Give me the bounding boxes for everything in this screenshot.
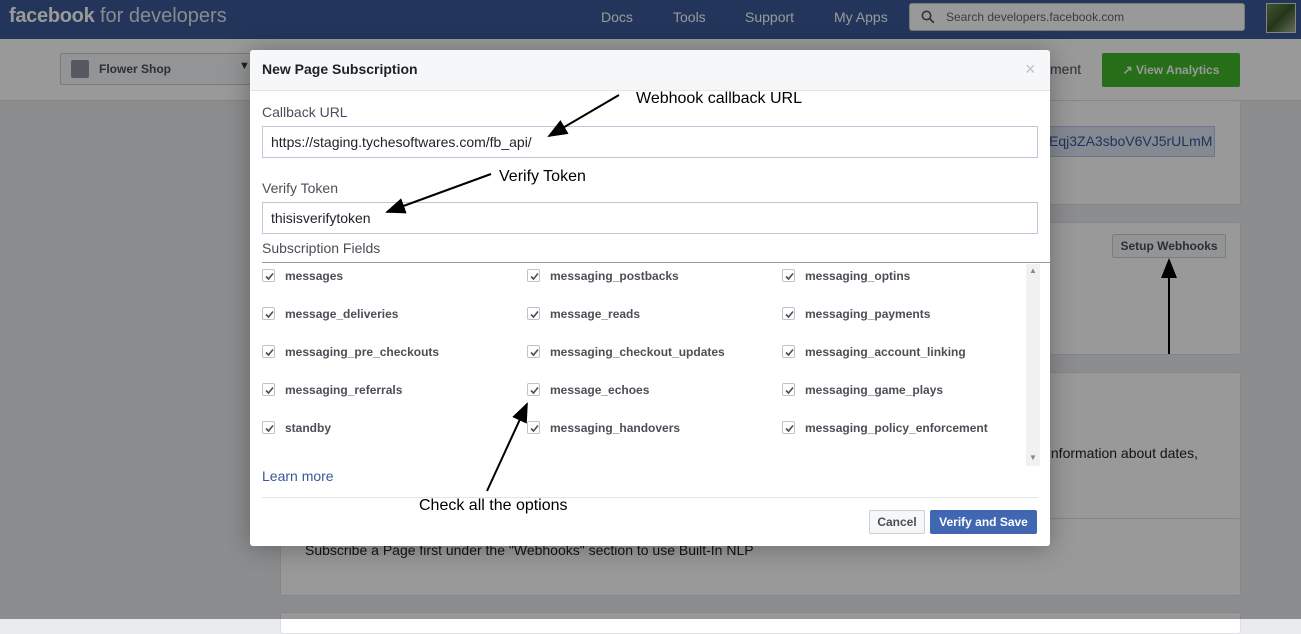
checkbox-checked[interactable] [782, 307, 795, 320]
subscription-fields-list [262, 262, 1050, 467]
close-icon[interactable]: × [1025, 59, 1036, 80]
checkbox-checked[interactable] [527, 307, 540, 320]
checkbox-label: messaging_payments [805, 307, 931, 321]
scroll-up-icon[interactable]: ▲ [1029, 266, 1037, 275]
annotation-verify: Verify Token [499, 168, 586, 185]
checkbox-label: messaging_game_plays [805, 383, 944, 397]
checkbox-checked[interactable] [527, 421, 540, 434]
checkbox-label: messaging_referrals [285, 383, 403, 397]
verify-and-save-button[interactable]: Verify and Save [930, 510, 1037, 534]
callback-url-input[interactable]: https://staging.tychesoftwares.com/fb_ap… [262, 126, 1038, 158]
checkbox-checked[interactable] [527, 345, 540, 358]
checkbox-checked[interactable] [527, 383, 540, 396]
callback-url-label: Callback URL [262, 104, 348, 120]
new-page-subscription-dialog: New Page Subscription × Callback URL htt… [250, 50, 1050, 546]
checkbox-label: messaging_checkout_updates [550, 345, 725, 359]
checkbox-checked[interactable] [782, 269, 795, 282]
checkbox-label: message_echoes [550, 383, 650, 397]
checkbox-label: messaging_optins [805, 269, 911, 283]
checkbox-checked[interactable] [262, 383, 275, 396]
annotation-check: Check all the options [419, 497, 568, 514]
subscription-fields-label: Subscription Fields [262, 240, 381, 256]
dialog-header: New Page Subscription × [250, 50, 1050, 91]
dialog-footer-divider [262, 497, 1038, 498]
checkbox-checked[interactable] [262, 269, 275, 282]
checkbox-checked[interactable] [262, 421, 275, 434]
checkbox-label: messaging_account_linking [805, 345, 966, 359]
checkbox-checked[interactable] [262, 307, 275, 320]
checkbox-label: messaging_handovers [550, 421, 681, 435]
learn-more-link[interactable]: Learn more [262, 468, 334, 484]
checkbox-label: messages [285, 269, 344, 283]
checkbox-checked[interactable] [782, 421, 795, 434]
verify-token-input[interactable]: thisisverifytoken [262, 202, 1038, 234]
checkbox-label: message_deliveries [285, 307, 399, 321]
checkbox-label: message_reads [550, 307, 641, 321]
checkbox-checked[interactable] [782, 383, 795, 396]
checkbox-checked[interactable] [262, 345, 275, 358]
checkbox-checked[interactable] [527, 269, 540, 282]
dialog-title: New Page Subscription [262, 61, 418, 77]
cancel-button[interactable]: Cancel [869, 510, 925, 534]
checkbox-checked[interactable] [782, 345, 795, 358]
fields-scrollbar[interactable]: ▲ ▼ [1026, 264, 1040, 466]
checkbox-label: standby [285, 421, 332, 435]
checkbox-label: messaging_postbacks [550, 269, 679, 283]
verify-token-label: Verify Token [262, 180, 339, 196]
checkbox-label: messaging_pre_checkouts [285, 345, 440, 359]
checkbox-label: messaging_policy_enforcement [805, 421, 988, 435]
scroll-down-icon[interactable]: ▼ [1029, 453, 1037, 462]
annotation-callback: Webhook callback URL [636, 90, 803, 107]
